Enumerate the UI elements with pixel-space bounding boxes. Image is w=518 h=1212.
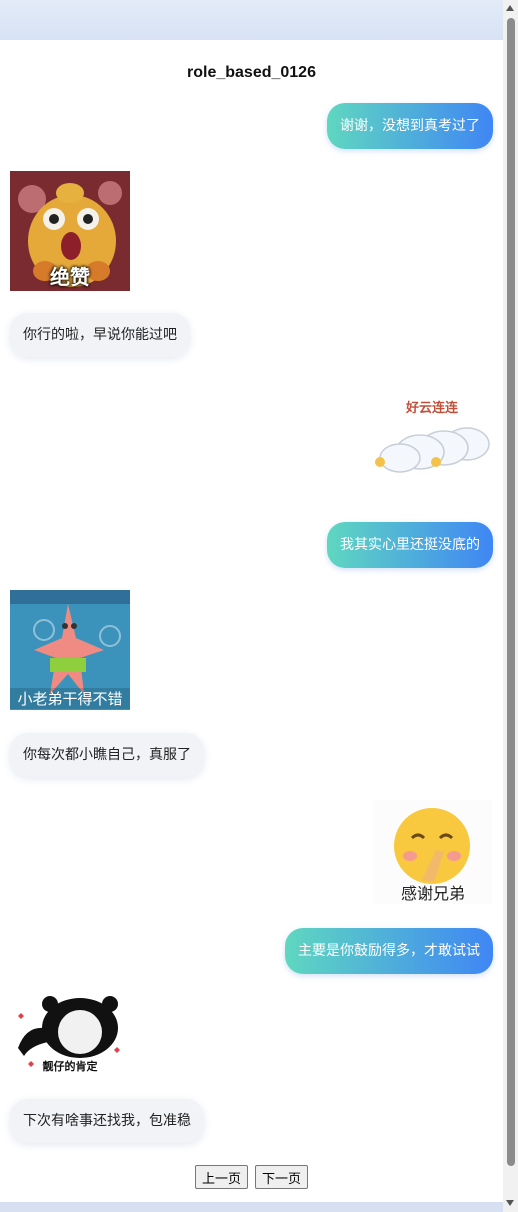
message-bubble-incoming: 你行的啦，早说你能过吧 [10,313,190,357]
sticker-caption: 感谢兄弟 [400,886,465,903]
sticker-starfish-image: 小老弟干得不错 [10,590,130,710]
sticker-panda-image: 靓仔的肯定 [10,994,130,1078]
scroll-up-arrow-icon[interactable] [506,5,514,11]
scrollbar-track[interactable] [503,0,518,1212]
message-bubble-incoming: 下次有啥事还找我，包准稳 [10,1099,204,1143]
sticker-cloud-image: 好云连连 [372,392,492,482]
scroll-down-arrow-icon[interactable] [506,1200,514,1206]
message-bubble-incoming: 你每次都小瞧自己，真服了 [10,733,204,777]
pagination: 上一页 下一页 [0,1165,503,1189]
chat-panel: role_based_0126 谢谢，没想到真考过了 绝赞 你行的啦，早说你能过… [0,40,503,1202]
scrollbar-thumb[interactable] [507,18,515,1166]
sticker-caption: 小老弟干得不错 [10,688,130,709]
sticker-caption: 靓仔的肯定 [42,1061,98,1073]
message-bubble-outgoing: 主要是你鼓励得多，才敢试试 [285,928,493,974]
next-page-button[interactable]: 下一页 [255,1165,309,1189]
prev-page-button[interactable]: 上一页 [194,1165,248,1189]
page-title: role_based_0126 [187,64,316,81]
sticker-caption: 绝赞 [50,267,90,289]
cloud-icon [375,427,490,473]
top-band [0,0,503,40]
message-bubble-outgoing: 谢谢，没想到真考过了 [327,103,493,149]
sticker-emoji-image: 感谢兄弟 [374,800,492,904]
sticker-chick-image: 绝赞 [10,171,130,291]
message-bubble-outgoing: 我其实心里还挺没底的 [327,522,493,568]
bottom-band [0,1202,503,1212]
